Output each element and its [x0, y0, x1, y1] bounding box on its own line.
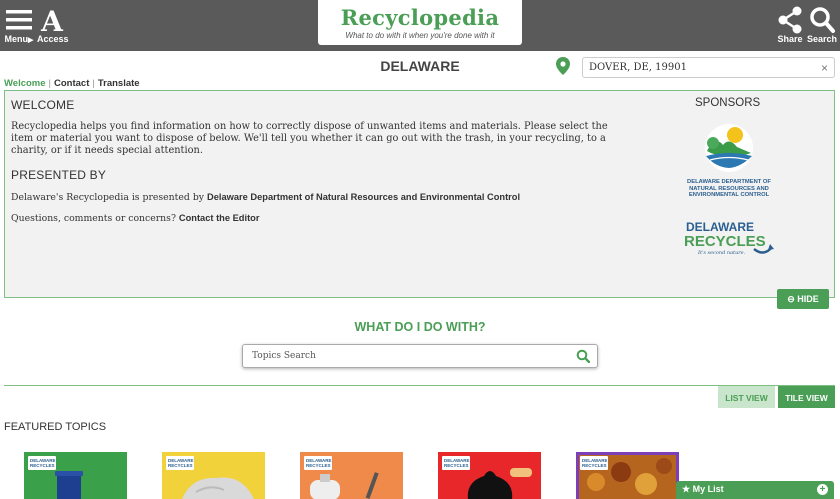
contact-editor-link[interactable]: Contact the Editor	[179, 213, 260, 223]
dnrec-logo[interactable]: DELAWARE DEPARTMENT OF NATURAL RESOURCES…	[677, 123, 781, 203]
rock-icon	[182, 477, 254, 499]
plus-circle-icon[interactable]: +	[817, 484, 828, 495]
my-list-label: My List	[692, 484, 724, 494]
topics-search-input[interactable]: Topics Search	[242, 344, 598, 368]
divider	[4, 385, 835, 386]
menu-button[interactable]: Menu▶	[4, 6, 34, 44]
hide-button[interactable]: ⊖ HIDE	[777, 289, 829, 309]
logo-title: Recyclopedia	[340, 5, 500, 30]
presented-by-title: PRESENTED BY	[11, 168, 107, 182]
search-icon[interactable]	[576, 349, 590, 363]
hide-label: HIDE	[797, 294, 819, 304]
location-input[interactable]: DOVER, DE, 19901 ×	[582, 57, 835, 78]
search-placeholder: Topics Search	[252, 351, 316, 361]
welcome-title: WELCOME	[11, 98, 75, 112]
featured-topics-title: FEATURED TOPICS	[4, 421, 107, 433]
recycling-cart-icon	[55, 471, 83, 499]
tab-contact[interactable]: Contact	[54, 78, 89, 89]
access-button[interactable]: A Access	[37, 6, 69, 44]
welcome-body: Recyclopedia helps you find information …	[11, 121, 608, 156]
list-view-button[interactable]: LIST VIEW	[718, 386, 775, 408]
questions-prefix: Questions, comments or concerns?	[11, 213, 179, 224]
delaware-recycles-logo[interactable]: DELAWARE RECYCLES It's second nature.	[682, 219, 782, 259]
questions-text: Questions, comments or concerns? Contact…	[11, 213, 259, 224]
logo[interactable]: Recyclopedia What to do with it when you…	[318, 0, 522, 45]
menu-label: Menu	[4, 34, 29, 44]
tab-separator: |	[92, 78, 95, 89]
featured-tile[interactable]: DELAWARE RECYCLES	[24, 452, 127, 499]
trash-bag-icon	[467, 468, 532, 499]
search-label: Search	[806, 34, 838, 44]
svg-text:A: A	[40, 6, 64, 34]
location-value: DOVER, DE, 19901	[589, 62, 687, 73]
star-icon: ★	[682, 484, 693, 494]
delaware-recycles-badge: DELAWARE RECYCLES	[580, 456, 608, 470]
delaware-recycles-wordmark-icon: DELAWARE RECYCLES It's second nature.	[684, 220, 774, 256]
search-icon	[810, 7, 835, 33]
logo-tagline: What to do with it when you're done with…	[345, 31, 495, 40]
presented-org: Delaware Department of Natural Resources…	[206, 192, 521, 202]
tab-welcome[interactable]: Welcome	[4, 78, 46, 89]
tab-translate[interactable]: Translate	[98, 78, 140, 89]
presented-prefix: Delaware's Recyclopedia is presented by	[11, 192, 207, 203]
propane-tank-icon	[310, 472, 379, 499]
dnrec-text: DELAWARE DEPARTMENT OF NATURAL RESOURCES…	[687, 179, 771, 198]
hamburger-icon	[6, 10, 32, 30]
location-pin-icon	[556, 57, 570, 75]
minus-circle-icon: ⊖	[787, 294, 798, 304]
state-title: DELAWARE	[380, 58, 460, 74]
sponsors-title: SPONSORS	[695, 97, 761, 109]
share-icon	[778, 6, 802, 34]
search-button[interactable]: Search	[806, 6, 838, 44]
drec-line1: DELAWARE	[686, 220, 754, 234]
tile-view-button[interactable]: TILE VIEW	[778, 386, 835, 408]
clear-icon[interactable]: ×	[821, 61, 828, 75]
featured-tile[interactable]: DELAWARE RECYCLES	[162, 452, 265, 499]
tab-separator: |	[48, 78, 52, 89]
caret-right-icon: ▶	[28, 37, 34, 44]
featured-tile[interactable]: DELAWARE RECYCLES	[576, 452, 679, 499]
access-label: Access	[37, 34, 69, 44]
top-bar: Menu▶ A Access Recyclopedia What to do w…	[0, 0, 840, 51]
welcome-panel: WELCOME Recyclopedia helps you find info…	[4, 90, 835, 298]
featured-tile[interactable]: DELAWARE RECYCLES	[300, 452, 403, 499]
presented-by-text: Delaware's Recyclopedia is presented by …	[11, 192, 520, 203]
drec-tag: It's second nature.	[697, 250, 746, 256]
dnrec-emblem-icon	[705, 124, 753, 172]
drec-line2: RECYCLES	[684, 233, 766, 250]
share-label: Share	[777, 34, 803, 44]
featured-tile[interactable]: DELAWARE RECYCLES	[438, 452, 541, 499]
my-list-bar[interactable]: ★ My List +	[676, 481, 834, 499]
info-tabs: Welcome | Contact | Translate	[4, 78, 142, 89]
what-do-i-do-with-title: WHAT DO I DO WITH?	[354, 320, 486, 334]
accessibility-font-icon: A	[40, 6, 64, 34]
share-button[interactable]: Share	[776, 6, 804, 44]
badge-text: DELAWARE RECYCLES	[582, 458, 608, 468]
